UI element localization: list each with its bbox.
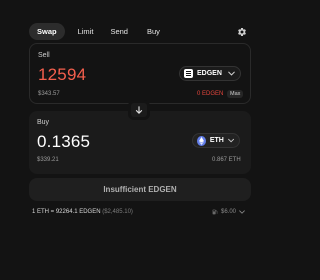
gear-icon[interactable]	[237, 27, 247, 37]
exchange-rate-fiat: ($2,485.10)	[102, 209, 133, 215]
chevron-down-icon	[228, 71, 235, 76]
insufficient-balance-button[interactable]: Insufficient EDGEN	[29, 178, 251, 201]
sell-panel: Sell 12594 EDGEN $343.57 0 EDGEN Max	[29, 43, 251, 104]
chevron-down-icon	[228, 138, 234, 143]
buy-amount-input[interactable]: 0.1365	[37, 132, 90, 152]
gas-fee-value: $6.00	[221, 209, 237, 215]
sell-token-selector[interactable]: EDGEN	[179, 66, 241, 81]
exchange-rate-text: 1 ETH = 92264.1 EDGEN	[32, 209, 101, 215]
tab-buy[interactable]: Buy	[147, 23, 160, 40]
max-button[interactable]: Max	[227, 90, 244, 98]
gas-pump-icon	[212, 209, 218, 215]
buy-label: Buy	[37, 119, 50, 126]
chevron-down-icon	[239, 210, 245, 214]
buy-token-name: ETH	[209, 137, 224, 144]
tab-send[interactable]: Send	[110, 23, 128, 40]
buy-fiat-value: $339.21	[37, 157, 59, 163]
buy-token-selector[interactable]: ETH	[192, 133, 240, 148]
sell-label: Sell	[38, 52, 50, 59]
tab-swap[interactable]: Swap	[29, 23, 65, 40]
arrow-down-icon	[135, 106, 143, 114]
eth-token-icon	[197, 135, 206, 146]
buy-panel: Buy 0.1365 ETH $339.21 0.867 ETH	[29, 111, 251, 174]
sell-fiat-value: $343.57	[38, 91, 60, 97]
sell-balance: 0 EDGEN	[197, 91, 224, 97]
tab-limit[interactable]: Limit	[78, 23, 94, 40]
gas-fee[interactable]: $6.00	[212, 209, 245, 215]
swap-nav-tabs: Swap Limit Send Buy	[29, 23, 160, 40]
sell-token-name: EDGEN	[197, 70, 222, 77]
exchange-rate[interactable]: 1 ETH = 92264.1 EDGEN ($2,485.10)	[32, 209, 133, 215]
switch-tokens-button[interactable]	[128, 100, 150, 120]
buy-balance: 0.867 ETH	[212, 157, 241, 163]
sell-amount-input[interactable]: 12594	[38, 65, 86, 85]
edgen-token-icon	[184, 69, 193, 78]
